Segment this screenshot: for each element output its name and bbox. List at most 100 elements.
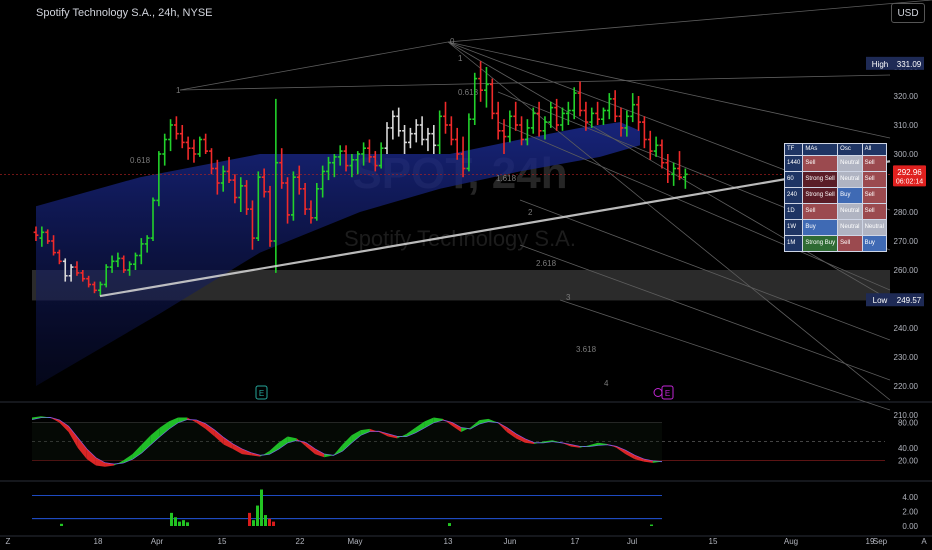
mas-cell: Sell [802, 203, 839, 220]
watermark-name: Spotify Technology S.A. [344, 226, 576, 251]
mas-cell: Strong Buy [802, 235, 839, 252]
tf-cell: 1M [783, 235, 804, 252]
time-tick-label: 15 [218, 537, 227, 546]
ohlc-bar [448, 116, 454, 146]
hist-tick-label: 4.00 [902, 493, 918, 502]
time-tick-label: Aug [784, 537, 798, 546]
ohlc-bar [425, 127, 431, 152]
fib-label: 0.618 [130, 156, 151, 165]
fib-label: 1.618 [496, 174, 517, 183]
fib-label: 1 [176, 86, 181, 95]
fib-fan-line [559, 299, 891, 411]
table-row: 1440 Sell Neutral Sell [783, 155, 888, 172]
histogram-bar [260, 489, 263, 526]
ohlc-bar [682, 168, 688, 189]
mas-cell: Sell [802, 155, 839, 172]
fib-label: 4 [604, 379, 609, 388]
time-tick-label: Jun [504, 537, 517, 546]
mtf-signal-table: TF MAs Osc All 1440 Sell Neutral Sell 60… [783, 143, 888, 252]
all-cell: Sell [861, 187, 888, 204]
time-tick-label: Jul [627, 537, 637, 546]
ohlc-bar [174, 116, 179, 140]
time-tick-label: 15 [709, 537, 718, 546]
ohlc-bar [390, 110, 396, 140]
table-row: 1D Sell Neutral Sell [783, 203, 888, 220]
earnings-event-marker[interactable]: E [653, 385, 674, 400]
col-tf-header: TF [783, 143, 804, 156]
time-tick-label: A [921, 537, 927, 546]
ohlc-bar [191, 139, 197, 163]
osc-tick-label: 40.00 [898, 444, 919, 453]
histogram-bar [272, 521, 275, 526]
time-tick-label: 17 [571, 537, 580, 546]
tf-cell: 1W [783, 219, 804, 236]
hist-tick-label: 2.00 [902, 507, 918, 516]
fib-label: 2.618 [536, 259, 557, 268]
mas-cell: Strong Sell [802, 187, 839, 204]
histogram-bar [268, 518, 271, 526]
osc-cell: Neutral [837, 203, 863, 220]
all-cell: Sell [861, 203, 888, 220]
chart-canvas[interactable]: SPOT, 24hSpotify Technology S.A.010.6181… [0, 0, 932, 550]
all-cell: Sell [861, 171, 888, 188]
fib-label: 2 [528, 208, 533, 217]
histogram-bar [178, 521, 181, 526]
tf-cell: 60 [783, 171, 804, 188]
time-tick-label: Z [6, 537, 11, 546]
time-tick-label: Apr [151, 537, 164, 546]
ohlc-bar [513, 101, 519, 131]
low-value-label: 249.57 [897, 296, 922, 305]
currency-button[interactable]: USD [891, 3, 925, 23]
event-marker-label: E [665, 389, 670, 398]
ohlc-bar [601, 107, 606, 125]
histogram-bar [170, 512, 173, 526]
ohlc-bar [489, 78, 495, 120]
ohlc-bar [595, 101, 600, 125]
fib-label: 1 [458, 54, 463, 63]
osc-tick-label: 20.00 [898, 456, 919, 465]
table-row: 1M Strong Buy Sell Buy [783, 235, 888, 252]
ohlc-bar [203, 133, 209, 154]
all-cell: Neutral [861, 219, 888, 236]
col-all-header: All [861, 143, 888, 156]
low-marker-label: Low [873, 296, 888, 305]
all-cell: Sell [861, 155, 888, 172]
time-tick-label: Sep [873, 537, 888, 546]
osc-cell: Buy [837, 187, 863, 204]
histogram-bar [182, 520, 185, 526]
time-tick-label: 18 [94, 537, 103, 546]
ohlc-bar [536, 101, 542, 137]
ohlc-bar [560, 107, 565, 131]
ohlc-bar [665, 154, 671, 183]
tf-cell: 1D [783, 203, 804, 220]
price-tick-label: 310.00 [894, 121, 919, 130]
price-tick-label: 240.00 [894, 324, 919, 333]
time-tick-label: 13 [444, 537, 453, 546]
earnings-event-marker[interactable]: E [255, 385, 268, 400]
fib-label: 3 [566, 293, 571, 302]
ohlc-bar [630, 93, 636, 123]
histogram-bar [186, 522, 189, 526]
bar-countdown: 06:02:14 [896, 178, 923, 185]
price-tick-label: 270.00 [894, 237, 919, 246]
ohlc-bar [413, 119, 419, 143]
chart-title: Spotify Technology S.A., 24h, NYSE [36, 7, 213, 19]
price-tick-label: 230.00 [894, 353, 919, 362]
col-osc-header: Osc [837, 143, 863, 156]
table-header-row: TF MAs Osc All [783, 143, 888, 156]
fib-fan-line [447, 41, 891, 139]
ohlc-bar [197, 136, 203, 157]
time-tick-label: 22 [296, 537, 305, 546]
ohlc-bar [168, 119, 173, 152]
event-marker-label: E [259, 389, 264, 398]
col-mas-header: MAs [802, 143, 839, 156]
last-price-value: 292.96 [897, 168, 922, 177]
osc-cross-fill [114, 460, 124, 466]
ohlc-bar [179, 125, 185, 149]
histogram-bar [248, 512, 251, 526]
ohlc-bar [437, 110, 443, 154]
fib-label: 3.618 [576, 345, 597, 354]
ohlc-bar [443, 101, 448, 134]
osc-cell: Neutral [837, 171, 863, 188]
tf-cell: 240 [783, 187, 804, 204]
